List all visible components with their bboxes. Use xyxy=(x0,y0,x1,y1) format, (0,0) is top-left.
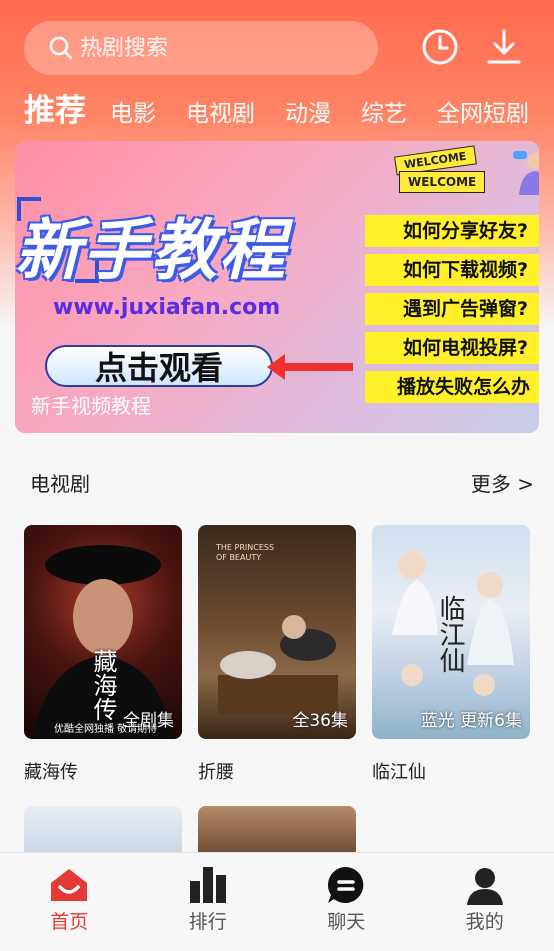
search-input[interactable] xyxy=(80,35,350,61)
drama-card[interactable]: THE PRINCESS OF BEAUTY 全36集 折腰 xyxy=(198,525,356,784)
ranking-icon xyxy=(188,865,228,905)
tab-label: 排行 xyxy=(188,911,227,933)
drama-card-partial[interactable] xyxy=(198,806,356,856)
tab-home[interactable]: 首页 xyxy=(0,853,139,951)
category-tabs: 推荐 电影 电视剧 动漫 综艺 全网短剧 xyxy=(24,88,554,132)
drama-card[interactable]: 临江仙 蓝光 更新6集 临江仙 xyxy=(372,525,530,784)
tab-anime[interactable]: 动漫 xyxy=(285,96,331,132)
arrow-left-icon xyxy=(267,354,353,380)
download-icon xyxy=(487,29,521,64)
download-button[interactable] xyxy=(484,27,524,67)
section-title: 电视剧 xyxy=(30,472,90,496)
poster-title: 藏海传 xyxy=(89,649,117,721)
tab-chat[interactable]: 聊天 xyxy=(277,853,416,951)
banner-caption: 新手视频教程 xyxy=(31,394,151,418)
poster-title: 临江仙 xyxy=(435,595,465,673)
search-icon xyxy=(49,36,73,60)
episode-badge: 全36集 xyxy=(292,711,348,731)
drama-title: 折腰 xyxy=(198,762,234,783)
welcome-sticker: WELCOME xyxy=(399,171,486,193)
episode-badge: 全剧集 xyxy=(123,711,174,731)
tab-label: 我的 xyxy=(465,911,504,933)
drama-poster[interactable]: 藏海传 优酷全网独播 敬请期待 全剧集 xyxy=(24,525,182,739)
tab-movies[interactable]: 电影 xyxy=(110,96,156,132)
bottom-tab-bar: 首页 排行 聊天 我的 xyxy=(0,852,554,951)
tutorial-banner[interactable]: 新手教程 www.juxiafan.com 点击观看 新手视频教程 WELCOM… xyxy=(15,141,539,433)
more-link[interactable]: 更多 > xyxy=(471,468,534,497)
tab-ranking[interactable]: 排行 xyxy=(139,853,278,951)
banner-url: www.juxiafan.com xyxy=(53,295,281,320)
faq-list: 如何分享好友? 如何下载视频? 遇到广告弹窗? 如何电视投屏? 播放失败怎么办 xyxy=(365,215,539,410)
profile-icon xyxy=(465,865,505,905)
clock-icon xyxy=(422,29,458,65)
tab-short-drama[interactable]: 全网短剧 xyxy=(437,96,529,132)
tab-label: 首页 xyxy=(50,911,89,933)
banner-title: 新手教程 xyxy=(15,212,287,289)
episode-badge: 蓝光 更新6集 xyxy=(420,711,522,731)
faq-item: 如何电视投屏? xyxy=(365,332,539,364)
person-with-megaphone-icon xyxy=(513,151,539,195)
drama-title: 藏海传 xyxy=(24,762,78,783)
chat-icon xyxy=(326,865,366,905)
faq-item: 播放失败怎么办 xyxy=(365,371,539,403)
tab-profile[interactable]: 我的 xyxy=(416,853,554,951)
drama-card-partial[interactable] xyxy=(24,806,182,856)
search-bar[interactable] xyxy=(24,21,378,75)
history-button[interactable] xyxy=(420,27,460,67)
home-icon xyxy=(49,865,89,905)
section-header: 电视剧 更多 > xyxy=(30,468,534,497)
tab-recommend[interactable]: 推荐 xyxy=(24,90,86,132)
drama-poster[interactable]: 临江仙 蓝光 更新6集 xyxy=(372,525,530,739)
tab-variety[interactable]: 综艺 xyxy=(361,96,407,132)
drama-card[interactable]: 藏海传 优酷全网独播 敬请期待 全剧集 藏海传 xyxy=(24,525,182,784)
faq-item: 遇到广告弹窗? xyxy=(365,293,539,325)
faq-item: 如何下载视频? xyxy=(365,254,539,286)
tab-tv-series[interactable]: 电视剧 xyxy=(186,96,255,132)
watch-button[interactable]: 点击观看 xyxy=(45,345,273,387)
poster-title: THE PRINCESS OF BEAUTY xyxy=(216,543,275,562)
drama-poster[interactable]: THE PRINCESS OF BEAUTY 全36集 xyxy=(198,525,356,739)
drama-title: 临江仙 xyxy=(372,762,426,783)
faq-item: 如何分享好友? xyxy=(365,215,539,247)
tab-label: 聊天 xyxy=(327,911,366,933)
